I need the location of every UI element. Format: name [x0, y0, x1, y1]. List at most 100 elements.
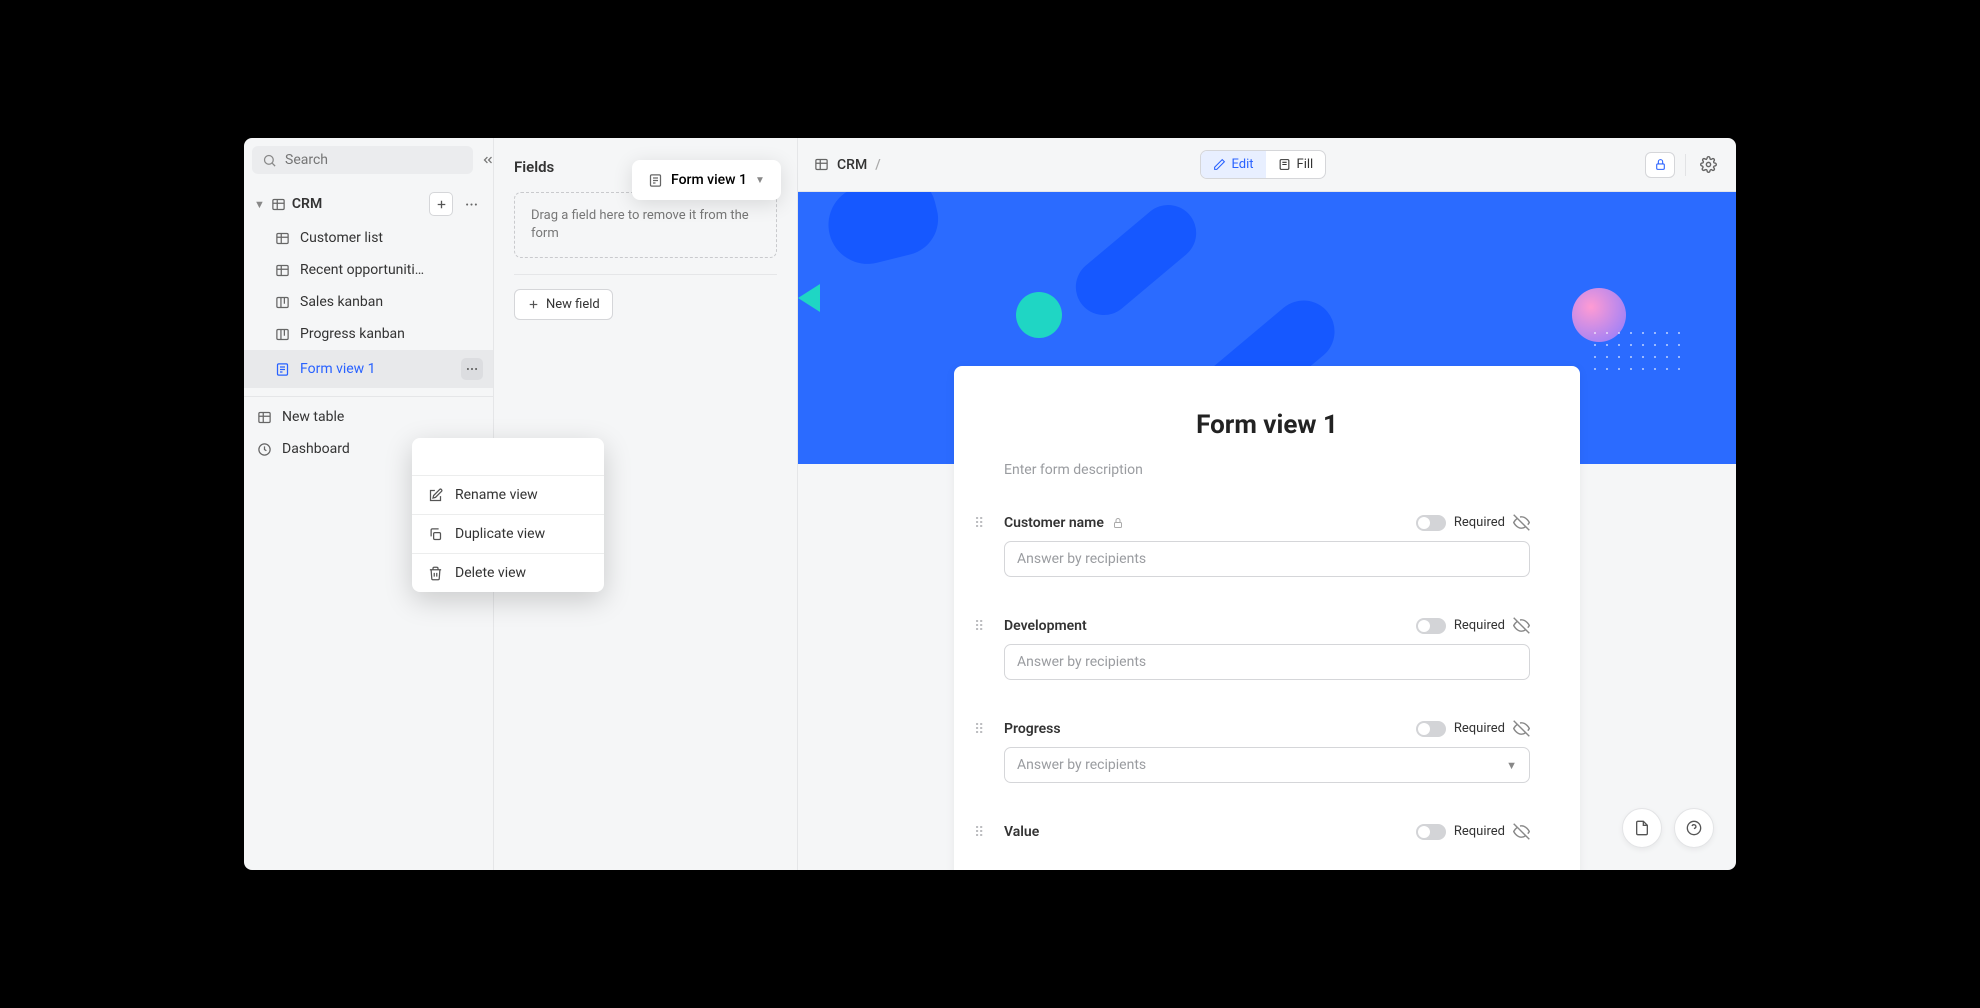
mode-toggle: Edit Fill [1200, 150, 1327, 179]
plus-icon [435, 198, 448, 211]
view-label: Customer list [300, 230, 383, 246]
fill-mode-button[interactable]: Fill [1266, 151, 1326, 178]
table-name: CRM [292, 196, 322, 212]
table-icon [275, 263, 290, 278]
field-label: Customer name [1004, 515, 1104, 531]
new-table-button[interactable]: New table [244, 401, 493, 433]
search-icon [262, 153, 277, 168]
table-icon [271, 197, 286, 212]
sidebar-item-sales-kanban[interactable]: Sales kanban [244, 286, 493, 318]
delete-view-item[interactable]: Delete view [412, 553, 604, 592]
drag-handle-icon[interactable]: ⠿ [974, 825, 984, 841]
dashboard-label: Dashboard [282, 441, 350, 457]
chevron-double-left-icon [481, 153, 495, 167]
required-toggle[interactable] [1416, 824, 1446, 840]
more-icon [464, 197, 479, 212]
duplicate-view-item[interactable]: Duplicate view [412, 514, 604, 553]
drag-handle-icon[interactable]: ⠿ [974, 722, 984, 738]
field-label: Value [1004, 824, 1039, 840]
drag-handle-icon[interactable]: ⠿ [974, 516, 984, 532]
sidebar-item-customer-list[interactable]: Customer list [244, 222, 493, 254]
chevron-down-icon[interactable]: ▼ [254, 198, 265, 211]
view-label: Progress kanban [300, 326, 405, 342]
breadcrumb-view-dropdown[interactable]: Form view 1 ▼ [632, 160, 781, 200]
sidebar-item-progress-kanban[interactable]: Progress kanban [244, 318, 493, 350]
gear-icon [1700, 156, 1717, 173]
kanban-icon [275, 327, 290, 342]
form-title[interactable]: Form view 1 [1004, 410, 1530, 440]
more-icon [465, 362, 479, 376]
table-icon [275, 231, 290, 246]
breadcrumb: CRM / [814, 157, 881, 173]
table-icon [257, 410, 272, 425]
copy-icon [428, 527, 443, 542]
breadcrumb-table[interactable]: CRM [837, 157, 867, 173]
collapse-sidebar-button[interactable] [481, 149, 495, 171]
form-field-development: ⠿ Development Required Answer by recipie… [1004, 617, 1530, 680]
view-label: Recent opportuniti… [300, 262, 424, 278]
edit-mode-button[interactable]: Edit [1201, 151, 1266, 178]
plus-icon [527, 298, 540, 311]
required-label: Required [1454, 721, 1505, 736]
add-view-button[interactable] [429, 192, 453, 216]
rename-view-item[interactable]: Rename view [412, 476, 604, 514]
required-toggle[interactable] [1416, 618, 1446, 634]
table-icon [814, 157, 829, 172]
topbar: CRM / Edit Fill [798, 138, 1736, 192]
settings-button[interactable] [1696, 153, 1720, 177]
document-icon [1634, 820, 1650, 836]
form-field-value: ⠿ Value Required [1004, 823, 1530, 840]
view-label: Sales kanban [300, 294, 383, 310]
kanban-icon [275, 295, 290, 310]
answer-select[interactable]: Answer by recipients ▼ [1004, 747, 1530, 783]
sidebar-item-recent-opportunities[interactable]: Recent opportuniti… [244, 254, 493, 286]
view-more-button[interactable] [461, 358, 483, 380]
lock-button[interactable] [1645, 152, 1675, 178]
hide-field-button[interactable] [1513, 823, 1530, 840]
search-bar[interactable] [252, 146, 473, 174]
form-field-customer-name: ⠿ Customer name Required Answer by recip… [1004, 514, 1530, 577]
new-field-button[interactable]: New field [514, 289, 613, 320]
form-description[interactable]: Enter form description [1004, 462, 1530, 478]
answer-input[interactable]: Answer by recipients [1004, 644, 1530, 680]
required-label: Required [1454, 515, 1505, 530]
new-field-label: New field [546, 297, 600, 312]
answer-input[interactable]: Answer by recipients [1004, 541, 1530, 577]
breadcrumb-view: Form view 1 [671, 172, 747, 188]
clock-icon [257, 442, 272, 457]
form-card: Form view 1 Enter form description ⠿ Cus… [954, 366, 1580, 870]
sidebar-item-form-view-1[interactable]: Form view 1 [244, 350, 493, 388]
field-dropzone[interactable]: Drag a field here to remove it from the … [514, 192, 777, 258]
new-table-label: New table [282, 409, 344, 425]
hide-field-button[interactable] [1513, 617, 1530, 634]
help-button[interactable] [1674, 808, 1714, 848]
chevron-down-icon: ▼ [1506, 759, 1517, 772]
required-label: Required [1454, 824, 1505, 839]
hide-field-button[interactable] [1513, 514, 1530, 531]
chevron-down-icon: ▼ [755, 175, 765, 186]
edit-icon [428, 488, 443, 503]
field-label: Development [1004, 618, 1087, 634]
lock-icon [1112, 517, 1124, 529]
canvas: Form view 1 Enter form description ⠿ Cus… [798, 192, 1736, 870]
help-icon [1686, 820, 1702, 836]
form-field-progress: ⠿ Progress Required Answer by recipients… [1004, 720, 1530, 783]
trash-icon [428, 566, 443, 581]
table-header-crm[interactable]: ▼ CRM [244, 186, 493, 222]
main: CRM / Edit Fill [798, 138, 1736, 870]
form-icon [1278, 158, 1291, 171]
view-context-menu: Rename view Duplicate view Delete view [412, 438, 604, 592]
required-toggle[interactable] [1416, 721, 1446, 737]
form-icon [648, 173, 663, 188]
required-label: Required [1454, 618, 1505, 633]
form-icon [275, 362, 290, 377]
required-toggle[interactable] [1416, 515, 1446, 531]
docs-button[interactable] [1622, 808, 1662, 848]
search-input[interactable] [285, 152, 463, 168]
view-label: Form view 1 [300, 361, 376, 377]
pencil-icon [1213, 158, 1226, 171]
hide-field-button[interactable] [1513, 720, 1530, 737]
field-label: Progress [1004, 721, 1061, 737]
drag-handle-icon[interactable]: ⠿ [974, 619, 984, 635]
table-more-button[interactable] [459, 192, 483, 216]
